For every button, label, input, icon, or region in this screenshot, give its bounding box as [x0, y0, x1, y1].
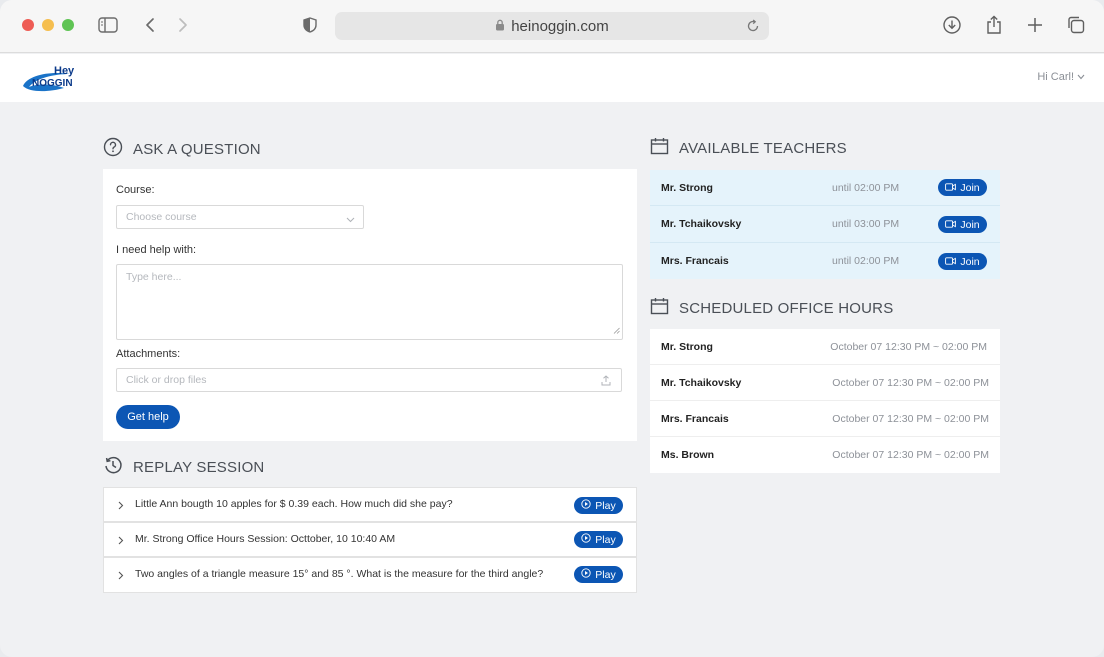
attachments-label: Attachments: [116, 348, 181, 360]
video-camera-icon [945, 219, 957, 231]
chevron-down-icon [346, 214, 355, 226]
reload-icon[interactable] [745, 18, 761, 34]
sidebar-toggle-icon[interactable] [97, 14, 119, 36]
office-hours-name: Ms. Brown [661, 449, 715, 461]
office-hours-row: Mr. Tchaikovsky October 07 12:30 PM ~ 02… [650, 365, 1000, 401]
forward-icon[interactable] [172, 14, 194, 36]
office-hours-time: October 07 12:30 PM ~ 02:00 PM [832, 413, 989, 425]
course-placeholder: Choose course [126, 211, 197, 223]
join-button[interactable]: Join [938, 179, 987, 196]
minimize-window-button[interactable] [42, 19, 54, 31]
office-hours-row: Mr. Strong October 07 12:30 PM ~ 02:00 P… [650, 329, 1000, 365]
office-hours-time: October 07 12:30 PM ~ 02:00 PM [832, 377, 989, 389]
url-text: heinoggin.com [511, 17, 609, 35]
chevron-right-icon[interactable] [118, 571, 124, 583]
teacher-until: until 02:00 PM [832, 255, 900, 267]
download-icon[interactable] [941, 14, 963, 36]
help-placeholder: Type here... [126, 271, 182, 283]
chevron-right-icon[interactable] [118, 536, 124, 548]
attachments-dropzone[interactable]: Click or drop files [116, 368, 622, 392]
user-menu[interactable]: Hi Carl! [1037, 71, 1085, 83]
office-hours-row: Ms. Brown October 07 12:30 PM ~ 02:00 PM [650, 437, 1000, 473]
office-hours-time: October 07 12:30 PM ~ 02:00 PM [830, 341, 987, 353]
available-teachers-title: AVAILABLE TEACHERS [679, 139, 847, 157]
play-label: Play [595, 568, 616, 581]
replay-item[interactable]: Mr. Strong Office Hours Session: Octtobe… [103, 522, 637, 557]
tab-overview-icon[interactable] [1065, 14, 1087, 36]
join-label: Join [960, 255, 980, 268]
play-label: Play [595, 499, 616, 512]
close-window-button[interactable] [22, 19, 34, 31]
help-textarea[interactable]: Type here... [116, 264, 623, 340]
teacher-name: Mr. Strong [661, 182, 713, 194]
office-hours-name: Mr. Tchaikovsky [661, 377, 742, 389]
course-select[interactable]: Choose course [116, 205, 364, 229]
attachments-placeholder: Click or drop files [126, 374, 207, 386]
calendar-icon [650, 297, 669, 319]
shield-icon[interactable] [299, 14, 321, 36]
ask-question-heading: ASK A QUESTION [103, 137, 261, 161]
history-icon [103, 455, 123, 479]
teacher-row: Mr. Tchaikovsky until 03:00 PM Join [650, 206, 1000, 243]
replay-item-text: Two angles of a triangle measure 15° and… [135, 568, 544, 580]
replay-session-heading: REPLAY SESSION [103, 455, 264, 479]
play-button[interactable]: Play [574, 531, 623, 548]
zoom-window-button[interactable] [62, 19, 74, 31]
hey-noggin-logo[interactable]: Hey NOGGIN [20, 62, 84, 94]
join-button[interactable]: Join [938, 253, 987, 270]
teacher-row: Mr. Strong until 02:00 PM Join [650, 170, 1000, 206]
lock-icon [495, 18, 505, 35]
join-label: Join [960, 181, 980, 194]
browser-toolbar: heinoggin.com [0, 0, 1104, 53]
office-hours-title: SCHEDULED OFFICE HOURS [679, 299, 894, 317]
teacher-row: Mrs. Francais until 02:00 PM Join [650, 243, 1000, 279]
course-label: Course: [116, 184, 155, 196]
teacher-name: Mrs. Francais [661, 255, 729, 267]
logo-hey-text: Hey [54, 65, 75, 77]
play-button[interactable]: Play [574, 566, 623, 583]
join-label: Join [960, 218, 980, 231]
chevron-down-icon [1077, 71, 1085, 83]
office-hours-row: Mrs. Francais October 07 12:30 PM ~ 02:0… [650, 401, 1000, 437]
replay-session-title: REPLAY SESSION [133, 458, 265, 476]
join-button[interactable]: Join [938, 216, 987, 233]
replay-item-text: Little Ann bougth 10 apples for $ 0.39 e… [135, 498, 453, 510]
app-header: Hey NOGGIN Hi Carl! [0, 54, 1104, 102]
play-button[interactable]: Play [574, 497, 623, 514]
video-camera-icon [945, 256, 957, 268]
office-hours-name: Mr. Strong [661, 341, 713, 353]
back-icon[interactable] [139, 14, 161, 36]
video-camera-icon [945, 182, 957, 194]
replay-item-text: Mr. Strong Office Hours Session: Octtobe… [135, 533, 396, 545]
teacher-name: Mr. Tchaikovsky [661, 218, 742, 230]
play-label: Play [595, 533, 616, 546]
teacher-until: until 02:00 PM [832, 182, 900, 194]
office-hours-name: Mrs. Francais [661, 413, 729, 425]
teacher-until: until 03:00 PM [832, 218, 900, 230]
replay-item[interactable]: Two angles of a triangle measure 15° and… [103, 557, 637, 593]
ask-question-card: Course: Choose course I need help with: … [103, 169, 637, 441]
play-circle-icon [581, 533, 591, 546]
play-circle-icon [581, 568, 591, 581]
help-label: I need help with: [116, 244, 197, 256]
get-help-button[interactable]: Get help [116, 405, 180, 429]
resize-handle-icon[interactable] [613, 325, 620, 337]
available-teachers-heading: AVAILABLE TEACHERS [650, 137, 847, 159]
replay-item[interactable]: Little Ann bougth 10 apples for $ 0.39 e… [103, 487, 637, 522]
play-circle-icon [581, 499, 591, 512]
office-hours-time: October 07 12:30 PM ~ 02:00 PM [832, 449, 989, 461]
ask-question-title: ASK A QUESTION [133, 140, 261, 158]
chevron-right-icon[interactable] [118, 501, 124, 513]
share-icon[interactable] [983, 14, 1005, 36]
office-hours-heading: SCHEDULED OFFICE HOURS [650, 297, 893, 319]
upload-icon [601, 375, 611, 389]
new-tab-icon[interactable] [1024, 14, 1046, 36]
user-greeting: Hi Carl! [1037, 71, 1074, 83]
calendar-icon [650, 137, 669, 159]
address-bar[interactable]: heinoggin.com [335, 12, 769, 40]
logo-noggin-text: NOGGIN [32, 78, 73, 89]
browser-window: heinoggin.com Hey NOGGIN Hi Carl! ASK A … [0, 0, 1104, 657]
question-circle-icon [103, 137, 123, 161]
